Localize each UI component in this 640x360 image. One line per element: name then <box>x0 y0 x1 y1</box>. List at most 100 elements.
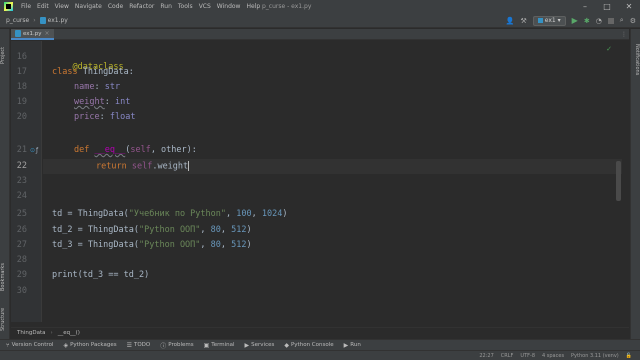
tab-project[interactable]: Project <box>0 35 10 75</box>
editor-tab-ex1[interactable]: ex1.py × <box>11 29 54 40</box>
breadcrumb-separator-icon: › <box>33 16 36 24</box>
minimize-icon[interactable]: – <box>574 0 596 13</box>
run-toolbar: 👤 ⚒ ex1 ▾ ▶ ✱ ◔ ⌕ ⚙ <box>506 13 636 28</box>
line-number: 26 <box>16 225 27 235</box>
tool-run[interactable]: ▶ Run <box>344 342 361 349</box>
override-method-icon[interactable]: ⊙ <box>30 147 35 154</box>
menu-code[interactable]: Code <box>105 0 126 13</box>
field-name: weight <box>74 97 105 107</box>
caret-position[interactable]: 22:27 <box>479 353 493 359</box>
code-breadcrumb: ThingData › __eq__() <box>11 327 629 338</box>
menu-tools[interactable]: Tools <box>175 0 196 13</box>
number-literal: 512 <box>231 240 247 250</box>
file-encoding[interactable]: UTF-8 <box>520 353 535 359</box>
tool-problems[interactable]: ⓘ Problems <box>160 341 193 350</box>
number-literal: 1024 <box>261 209 283 219</box>
menu-vcs[interactable]: VCS <box>196 0 214 13</box>
code-line-18: name: str <box>74 82 120 92</box>
tool-services[interactable]: ▶ Services <box>245 342 275 349</box>
tool-version-control[interactable]: ⑂ Version Control <box>6 342 53 349</box>
debug-icon[interactable]: ✱ <box>584 17 590 25</box>
navigation-bar: p_curse › ex1.py 👤 ⚒ ex1 ▾ ▶ ✱ ◔ ⌕ ⚙ <box>0 13 640 28</box>
menu-navigate[interactable]: Navigate <box>72 0 105 13</box>
menu-help[interactable]: Help <box>243 0 263 13</box>
bookmark-icon[interactable]: ƒ <box>36 147 38 154</box>
number-literal: 512 <box>231 225 247 235</box>
line-separator[interactable]: CRLF <box>501 353 514 359</box>
tool-python-packages[interactable]: ◈ Python Packages <box>63 342 116 349</box>
search-icon[interactable]: ⌕ <box>620 16 624 25</box>
tab-notifications[interactable]: Notifications <box>630 35 640 85</box>
code-line-17: class ThingData: <box>52 67 134 77</box>
menu-window[interactable]: Window <box>214 0 244 13</box>
terminal-icon: ▣ <box>203 341 210 349</box>
line-number: 17 <box>16 67 27 77</box>
close-icon[interactable]: ✕ <box>618 0 640 13</box>
line-number: 23 <box>16 176 27 186</box>
class-name: ThingData: <box>77 67 134 77</box>
line-number: 25 <box>16 209 27 219</box>
menu-refactor[interactable]: Refactor <box>126 0 157 13</box>
status-bar: 22:27 CRLF UTF-8 4 spaces Python 3.11 (v… <box>0 350 640 360</box>
stop-icon[interactable] <box>607 17 614 24</box>
lock-icon[interactable]: 🔓 <box>626 353 632 359</box>
user-icon[interactable]: 👤 <box>506 17 515 25</box>
line-number: 29 <box>16 270 27 280</box>
more-tabs-icon[interactable]: ⋮ <box>621 29 627 40</box>
code-line-26: td_2 = ThingData("Python ООП", 80, 512) <box>52 225 252 235</box>
tool-label: Python Packages <box>70 342 117 348</box>
code-editor[interactable]: @dataclass class ThingData: name: str we… <box>43 41 622 322</box>
tool-label: Problems <box>168 342 194 348</box>
maximize-icon[interactable]: □ <box>596 0 618 13</box>
keyword: def <box>74 145 90 155</box>
close-tab-icon[interactable]: × <box>45 30 50 37</box>
tool-label: Version Control <box>11 342 54 348</box>
line-number: 27 <box>16 240 27 250</box>
string-literal: "Учебник по Python" <box>128 209 226 219</box>
method-name: __eq__ <box>94 145 126 155</box>
editor-scrollbar[interactable] <box>615 41 621 322</box>
line-number: 21 <box>16 145 27 155</box>
string-literal: "Python ООП" <box>139 240 201 250</box>
python-interpreter[interactable]: Python 3.11 (venv) <box>571 353 619 359</box>
list-icon: ☰ <box>126 341 132 349</box>
punctuation: : <box>99 112 110 122</box>
branch-icon: ⑂ <box>6 341 10 349</box>
pycharm-logo-icon <box>4 2 13 11</box>
scrollbar-thumb[interactable] <box>616 161 621 201</box>
tab-bookmarks[interactable]: Bookmarks <box>0 255 10 300</box>
breadcrumb-method[interactable]: __eq__() <box>58 330 80 336</box>
python-config-icon <box>537 18 543 23</box>
run-configuration-select[interactable]: ex1 ▾ <box>532 15 566 26</box>
inspection-ok-icon[interactable]: ✓ <box>606 45 612 53</box>
breadcrumb-project[interactable]: p_curse <box>6 17 29 24</box>
breadcrumb-file[interactable]: ex1.py <box>48 17 68 24</box>
menu-edit[interactable]: Edit <box>34 0 52 13</box>
window-controls: – □ ✕ <box>574 0 640 13</box>
breadcrumb-class[interactable]: ThingData <box>17 330 45 336</box>
chevron-down-icon: ▾ <box>555 17 561 24</box>
punctuation: , <box>220 225 232 235</box>
menu-file[interactable]: File <box>18 0 34 13</box>
line-number: 24 <box>16 191 27 201</box>
punctuation: , <box>251 209 262 219</box>
number-literal: 80 <box>210 240 221 250</box>
tool-python-console[interactable]: ◆ Python Console <box>284 342 333 349</box>
settings-icon[interactable]: ⚙ <box>630 17 636 25</box>
line-number: 20 <box>16 112 27 122</box>
menu-run[interactable]: Run <box>157 0 175 13</box>
punctuation: , <box>220 240 232 250</box>
tab-structure[interactable]: Structure <box>0 301 10 337</box>
punctuation: : <box>94 82 105 92</box>
code-line-19: weight: int <box>74 97 130 107</box>
tool-label: Terminal <box>211 342 235 348</box>
breadcrumb-separator-icon: › <box>50 330 53 336</box>
editor-tab-label: ex1.py <box>23 30 42 37</box>
tool-terminal[interactable]: ▣ Terminal <box>204 342 235 349</box>
coverage-icon[interactable]: ◔ <box>596 17 602 25</box>
tool-todo[interactable]: ☰ TODO <box>127 342 151 349</box>
indent-setting[interactable]: 4 spaces <box>542 353 564 359</box>
menu-view[interactable]: View <box>52 0 72 13</box>
hammer-icon[interactable]: ⚒ <box>520 17 526 25</box>
run-icon[interactable]: ▶ <box>572 16 578 25</box>
